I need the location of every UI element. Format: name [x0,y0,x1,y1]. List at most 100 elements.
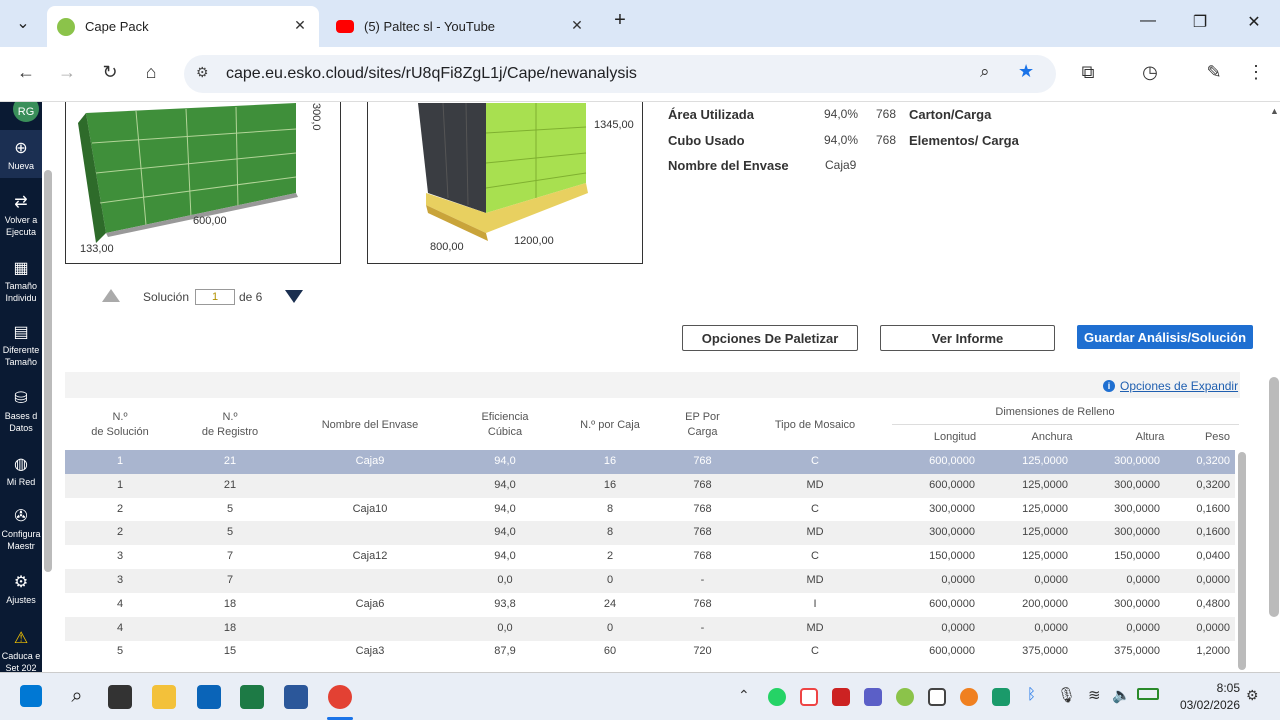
show-hidden-icons-chevron[interactable]: ⌃ [738,687,750,704]
extensions-icon[interactable]: ⧉ [1075,62,1101,83]
sidebar-item-caduca[interactable]: ⚠ Caduca e Set 202 [0,630,42,672]
cell-mos: MD [806,621,824,634]
wrench-icon: ✇ [14,508,28,525]
menu-dots-icon[interactable]: ⋮ [1243,62,1269,83]
windows-start-icon[interactable] [20,685,42,707]
tab-search-chevron-icon[interactable]: ⌄ [9,13,37,33]
pen-icon[interactable]: ✎ [1201,62,1227,83]
palletize-options-button[interactable]: Opciones De Paletizar [682,325,858,351]
search-icon[interactable]: ⌕ [65,685,89,709]
task-view-icon[interactable] [108,685,132,709]
tray-app-icon[interactable] [960,688,978,706]
restore-icon[interactable]: ❐ [1186,12,1214,32]
tab-cape-pack[interactable]: Cape Pack ✕ [47,6,319,47]
view-report-button[interactable]: Ver Informe [880,325,1055,351]
header-solution-number[interactable]: N.º de Solución [85,410,155,440]
table-row[interactable]: 2 5 Caja10 94,0 8 768 C 300,0000 125,0000 300,000… [65,498,1235,522]
cell-hei: 300,0000 [1114,455,1160,467]
table-row[interactable]: 2 5 94,0 8 768 MD 300,0000 125,0000 300,0000 0,16… [65,521,1235,546]
tray-app-icon[interactable] [800,688,818,706]
file-explorer-icon[interactable] [152,685,176,709]
sidebar-item-configuracion[interactable]: ✇ Configura Maestr [0,508,42,552]
whatsapp-icon[interactable] [768,688,786,706]
microphone-icon[interactable]: 🎙 [1057,686,1076,704]
next-solution-triangle-icon[interactable] [285,290,303,303]
header-mosaic-type[interactable]: Tipo de Mosaico [765,418,865,433]
cell-len: 0,0000 [941,574,975,586]
solution-number-input[interactable] [195,289,235,305]
header-width[interactable]: Anchura [1017,430,1087,445]
table-row[interactable]: 4 18 0,0 0 - MD 0,0000 0,0000 0,0000 0,0000 [65,616,1235,641]
new-tab-plus-icon[interactable]: + [606,9,634,32]
outlook-icon[interactable] [197,685,221,709]
forward-arrow-icon[interactable]: → [54,62,80,83]
dimension-label-length: 1200,00 [514,235,554,247]
close-tab-icon[interactable]: ✕ [568,17,586,34]
back-arrow-icon[interactable]: ← [13,62,39,83]
save-analysis-button[interactable]: Guardar Análisis/Solución [1077,325,1253,349]
header-registry-number[interactable]: N.º de Registro [195,410,265,440]
volume-icon[interactable]: 🔈 [1112,686,1131,704]
sidebar-item-tamano-individual[interactable]: ▦ Tamaño Individu [0,260,42,304]
zoom-icon[interactable]: ⌕ [980,62,990,82]
close-tab-icon[interactable]: ✕ [291,17,309,34]
word-icon[interactable] [284,685,308,709]
previous-solution-triangle-icon[interactable] [102,289,120,302]
sidebar-item-mi-red[interactable]: ◍ Mi Red [0,456,42,488]
expand-options-link[interactable]: Opciones de Expandir [1120,379,1238,393]
bookmark-star-icon[interactable]: ★ [1018,61,1034,82]
sidebar-item-nueva[interactable]: ⊕ Nueva [0,140,42,172]
sidebar-item-diferente-tamano[interactable]: ▤ Diferente Tamaño [0,324,42,368]
sidebar-item-bases-datos[interactable]: ⛁ Bases d Datos [0,390,42,434]
header-per-box[interactable]: N.º por Caja [570,418,650,433]
minimize-icon[interactable]: — [1134,12,1162,30]
header-package-name[interactable]: Nombre del Envase [315,418,425,433]
header-ep-per-load[interactable]: EP Por Carga [670,410,735,440]
table-row[interactable]: 3 7 Caja12 94,0 2 768 C 150,0000 125,0000 150,000… [65,545,1235,569]
chrome-icon[interactable] [328,685,352,709]
wifi-icon[interactable]: ≋ [1088,686,1101,704]
cell-len: 600,0000 [929,597,975,610]
stack-icon: ▤ [13,324,29,341]
header-length[interactable]: Longitud [920,430,990,445]
cell-mos: C [811,550,819,563]
avatar[interactable]: RG [13,102,39,122]
table-row[interactable]: 5 15 Caja3 87,9 60 720 C 600,0000 375,0000 375,00… [65,640,1235,664]
header-cubic-efficiency[interactable]: Eficiencia Cúbica [470,410,540,440]
history-icon[interactable]: ◷ [1137,62,1163,83]
bluetooth-icon[interactable]: ᛒ [1027,686,1036,703]
cell-sol: 5 [116,645,124,658]
page-scrollbar[interactable]: ▲ [1268,102,1280,672]
site-info-icon[interactable]: ⚙ [196,64,209,81]
tab-youtube[interactable]: (5) Paltec sl - YouTube ✕ [326,6,596,47]
tray-app-icon[interactable] [928,688,946,706]
sidebar-item-volver[interactable]: ⇄ Volver a Ejecuta [0,194,42,238]
table-row[interactable]: 1 21 94,0 16 768 MD 600,0000 125,0000 300,0000 0,… [65,473,1235,498]
cell-name: Caja3 [355,645,385,658]
windows-taskbar: ⌕ ⌃ ᛒ 🎙 ≋ 🔈 8:05 03/02/2026 ⚙ [0,672,1280,720]
table-scrollbar[interactable] [1238,452,1246,670]
reload-icon[interactable]: ↻ [97,62,123,83]
dimension-label-length: 600,00 [193,215,227,227]
home-icon[interactable]: ⌂ [138,62,164,83]
tray-app-icon[interactable] [832,688,850,706]
header-weight[interactable]: Peso [1195,430,1240,445]
clock-time[interactable]: 8:05 [1204,681,1240,695]
tray-app-icon[interactable] [896,688,914,706]
sidebar-item-ajustes[interactable]: ⚙ Ajustes [0,574,42,606]
tray-app-icon[interactable] [992,688,1010,706]
summary-num: 768 [876,107,897,121]
table-row[interactable]: 3 7 0,0 0 - MD 0,0000 0,0000 0,0000 0,0000 [65,569,1235,593]
cell-per: 24 [603,597,617,610]
close-window-icon[interactable]: ✕ [1240,12,1268,32]
excel-icon[interactable] [240,685,264,709]
notification-icon[interactable]: ⚙ [1246,687,1259,704]
table-row[interactable]: 1 21 Caja9 94,0 16 768 C 600,0000 125,0000 300,00… [65,450,1235,474]
sidebar-scrollbar[interactable] [44,170,52,572]
teams-icon[interactable] [864,688,882,706]
address-bar[interactable]: ⚙ cape.eu.esko.cloud/sites/rU8qFi8ZgL1j/… [184,55,1056,93]
header-height[interactable]: Altura [1115,430,1185,445]
table-row[interactable]: 4 18 Caja6 93,8 24 768 I 600,0000 200,0000 300,00… [65,593,1235,617]
clock-date[interactable]: 03/02/2026 [1170,698,1240,712]
battery-icon[interactable] [1137,688,1159,700]
